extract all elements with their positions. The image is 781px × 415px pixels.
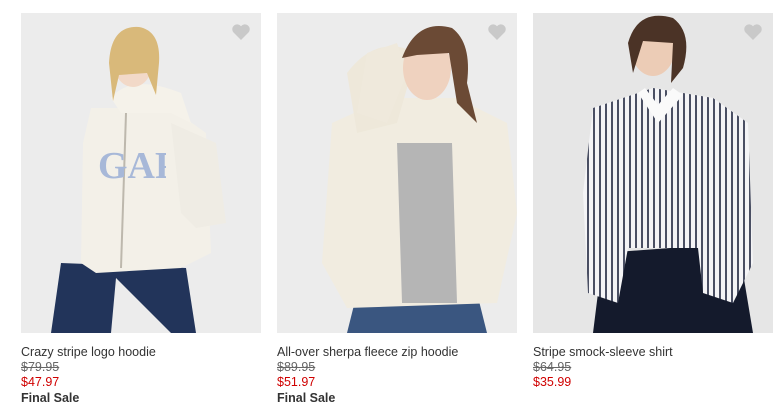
product-image[interactable]: GAP <box>21 13 261 333</box>
product-name[interactable]: Stripe smock-sleeve shirt <box>533 344 773 360</box>
product-card[interactable]: All-over sherpa fleece zip hoodie $89.95… <box>277 13 517 407</box>
product-name[interactable]: All-over sherpa fleece zip hoodie <box>277 344 517 360</box>
product-card[interactable]: GAP Crazy stripe logo hoodie $79.95 $47.… <box>21 13 261 407</box>
sale-price: $47.97 <box>21 375 60 389</box>
final-sale-badge: Final Sale <box>277 391 336 405</box>
original-price: $64.95 <box>533 360 572 374</box>
sale-price: $51.97 <box>277 375 316 389</box>
product-name[interactable]: Crazy stripe logo hoodie <box>21 344 261 360</box>
original-price: $89.95 <box>277 360 316 374</box>
favorite-heart-icon[interactable] <box>487 23 507 41</box>
favorite-heart-icon[interactable] <box>231 23 251 41</box>
original-price: $79.95 <box>21 360 60 374</box>
gap-logo: GAP <box>98 145 166 187</box>
favorite-heart-icon[interactable] <box>743 23 763 41</box>
product-image[interactable] <box>277 13 517 333</box>
sale-price: $35.99 <box>533 375 572 389</box>
product-grid: GAP Crazy stripe logo hoodie $79.95 $47.… <box>0 0 781 415</box>
product-card[interactable]: Stripe smock-sleeve shirt $64.95 $35.99 <box>533 13 773 390</box>
final-sale-badge: Final Sale <box>21 391 80 405</box>
product-image[interactable] <box>533 13 773 333</box>
